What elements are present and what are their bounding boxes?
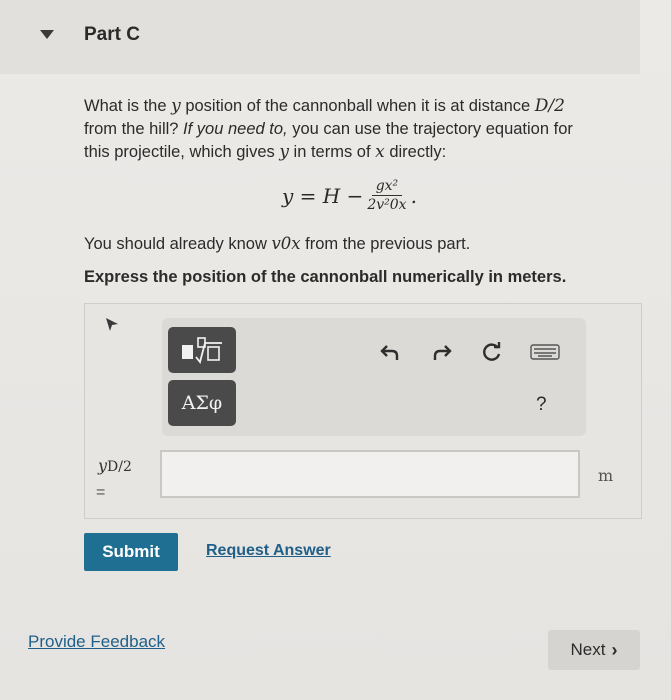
part-title: Part C xyxy=(84,24,140,45)
part-header[interactable]: Part C xyxy=(0,0,640,74)
reset-button[interactable] xyxy=(480,340,504,364)
instruction-text: Express the position of the cannonball n… xyxy=(84,268,567,286)
question-text: What is the y position of the cannonball… xyxy=(84,96,573,162)
help-button[interactable]: ? xyxy=(536,394,547,416)
next-label: Next xyxy=(570,640,606,659)
greek-symbols-button[interactable]: ΑΣφ xyxy=(168,380,236,426)
request-answer-link[interactable]: Request Answer xyxy=(206,542,331,560)
unit-label: m xyxy=(598,466,614,485)
undo-button[interactable] xyxy=(378,340,402,364)
answer-input[interactable] xyxy=(160,450,580,498)
answer-variable-label: yD/2 xyxy=(98,456,132,475)
template-icon xyxy=(182,337,222,364)
redo-button[interactable] xyxy=(430,340,454,364)
templates-button[interactable] xyxy=(168,327,236,373)
provide-feedback-link[interactable]: Provide Feedback xyxy=(28,632,165,652)
chevron-right-icon: › xyxy=(611,639,618,660)
submit-button[interactable]: Submit xyxy=(84,533,178,571)
next-button[interactable]: Next › xyxy=(548,630,640,670)
redo-icon xyxy=(433,345,452,360)
collapse-caret-icon[interactable] xyxy=(40,30,54,39)
mouse-pointer-icon xyxy=(106,318,118,331)
reset-icon xyxy=(483,342,501,361)
page: Part C What is the y position of the can… xyxy=(0,0,671,700)
keyboard-button[interactable] xyxy=(530,340,560,364)
previous-part-note: You should already know v0x from the pre… xyxy=(84,234,471,253)
keyboard-icon xyxy=(530,344,560,360)
undo-icon xyxy=(380,345,399,360)
trajectory-equation: y = H − gx² 2v²0x . xyxy=(282,178,417,213)
equals-sign: = xyxy=(96,484,106,501)
